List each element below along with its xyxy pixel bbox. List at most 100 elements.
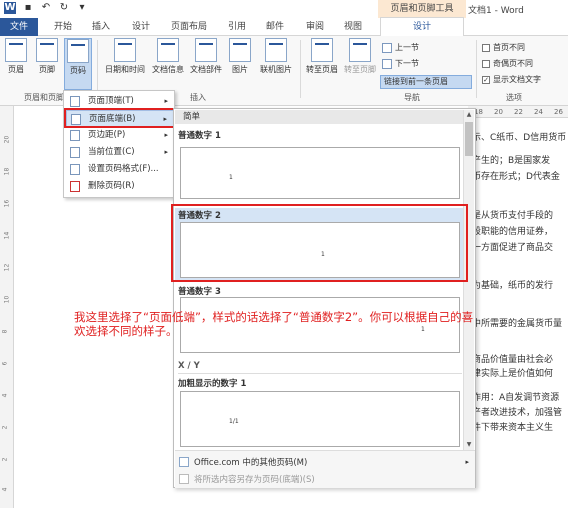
prev-section-icon [382, 42, 392, 53]
tab-hf-design[interactable]: 设计 [380, 17, 464, 36]
format-icon [70, 164, 80, 175]
menu-item-page-margins[interactable]: 页边距(P) ▸ [66, 127, 174, 144]
group-label-header-footer: 页眉和页脚 [24, 93, 64, 102]
prev-section-button[interactable]: 上一节 [382, 42, 419, 53]
calendar-icon [114, 38, 136, 62]
page-number-menu: 页面顶端(T) ▸ 页面底端(B) ▸ 页边距(P) ▸ 当前位置(C) ▸ 设置页码格… [63, 90, 175, 198]
menu-item-format-page-numbers[interactable]: 设置页码格式(F)... [66, 161, 174, 178]
title-bar: W ▪ ↶ ↻ ▾ 页眉和页脚工具 文档1 - Word [0, 0, 568, 18]
tab-references[interactable]: 引用 [220, 18, 254, 36]
doc-line: 是从货币支付手段的 [472, 211, 554, 221]
next-section-icon [382, 58, 392, 69]
next-section-button[interactable]: 下一节 [382, 58, 419, 69]
tab-file[interactable]: 文件 [0, 18, 38, 36]
ribbon-tabs: 文件 开始 插入 设计 页面布局 引用 邮件 审阅 视图 设计 [0, 17, 568, 36]
ruler-tick: 20 [3, 135, 11, 144]
context-group-label: 页眉和页脚工具 [378, 0, 466, 18]
docinfo-button[interactable]: 文档信息 [150, 38, 186, 75]
ruler-tick: 4 [1, 487, 9, 492]
picture-button[interactable]: 图片 [228, 38, 252, 75]
undo-icon[interactable]: ↶ [40, 2, 52, 14]
submenu-arrow-icon: ▸ [164, 148, 168, 156]
header-icon [5, 38, 27, 62]
customize-qat-icon[interactable]: ▾ [76, 2, 88, 14]
tab-design[interactable]: 设计 [124, 18, 158, 36]
scroll-up-icon[interactable]: ▲ [464, 110, 474, 120]
picture-icon [229, 38, 251, 62]
link-to-previous-button[interactable]: 链接到前一条页眉 [380, 75, 472, 89]
online-picture-button[interactable]: 联机图片 [256, 38, 296, 75]
datetime-button[interactable]: 日期和时间 [102, 38, 148, 75]
delete-icon [70, 181, 80, 192]
ruler-tick: 4 [1, 393, 9, 398]
doc-line: 商品价值量由社会必 [472, 355, 554, 365]
separator [476, 40, 477, 98]
ruler-tick: 18 [3, 167, 11, 176]
ruler-tick: 2 [1, 425, 9, 430]
menu-item-current-position[interactable]: 当前位置(C) ▸ [66, 144, 174, 161]
footer-icon [36, 38, 58, 62]
doc-line: 件下带来资本主义生 [472, 423, 554, 433]
tab-insert[interactable]: 插入 [84, 18, 118, 36]
more-page-numbers-office-com[interactable]: Office.com 中的其他页码(M) ▸ [179, 456, 469, 468]
group-label-insert: 插入 [190, 93, 206, 102]
goto-header-icon [311, 38, 333, 62]
window-title: 文档1 - Word [468, 6, 524, 16]
group-label-options: 选项 [506, 93, 522, 102]
docparts-button[interactable]: 文档部件 [188, 38, 224, 75]
ruler-tick: 10 [3, 295, 11, 304]
ruler-tick: 16 [3, 199, 11, 208]
horizontal-ruler: 18 20 22 24 26 [468, 106, 568, 118]
checkbox-icon [482, 59, 490, 68]
ruler-tick: 14 [3, 231, 11, 240]
ruler-tick: 2 [1, 457, 9, 462]
gallery-section-xy: X / Y [178, 361, 462, 374]
highlight-box-gallery [171, 204, 468, 282]
menu-item-remove-page-numbers[interactable]: 删除页码(R) [66, 178, 174, 195]
gallery-item-bold-number-1[interactable]: 1/1 [180, 391, 460, 447]
doc-line: 段职能的信用证券， [472, 227, 554, 237]
vertical-ruler: 20 18 16 14 12 10 8 6 4 2 2 4 [0, 106, 14, 508]
tab-mailings[interactable]: 邮件 [258, 18, 292, 36]
current-position-icon [70, 147, 80, 158]
submenu-arrow-icon: ▸ [164, 131, 168, 139]
ruler-tick: 8 [1, 329, 9, 334]
show-document-text-checkbox[interactable]: ✓ 显示文档文字 [482, 74, 541, 85]
odd-even-different-checkbox[interactable]: 奇偶页不同 [482, 58, 533, 69]
goto-footer-button[interactable]: 转至页脚 [342, 38, 378, 75]
separator [300, 40, 301, 98]
footer-button[interactable]: 页脚 [34, 38, 60, 75]
checkbox-checked-icon: ✓ [482, 75, 490, 84]
goto-header-button[interactable]: 转至页眉 [304, 38, 340, 75]
doc-line: 示、C纸币、D信用货币 [472, 133, 567, 143]
ruler-tick: 20 [494, 108, 503, 116]
tab-page-layout[interactable]: 页面布局 [164, 18, 214, 36]
gallery-item-label: 普通数字 1 [178, 131, 221, 141]
gallery-item-plain-number-1[interactable]: 1 [180, 147, 460, 199]
header-button[interactable]: 页眉 [4, 38, 28, 75]
quick-access-toolbar: W ▪ ↶ ↻ ▾ [4, 2, 88, 14]
save-icon[interactable]: ▪ [22, 2, 34, 14]
ruler-tick: 6 [1, 361, 9, 366]
goto-footer-icon [349, 38, 371, 62]
doc-line: 律实际上是价值如何 [472, 369, 554, 379]
save-gallery-icon [179, 474, 189, 484]
gallery-section-header: 简单 [175, 110, 463, 124]
office-com-icon [179, 457, 189, 467]
doc-line: 中所需要的金属货币量 [472, 319, 563, 329]
online-picture-icon [265, 38, 287, 62]
tab-review[interactable]: 审阅 [298, 18, 332, 36]
doc-line: 产生的；B是国家发 [472, 156, 551, 166]
scrollbar-thumb[interactable] [465, 122, 473, 156]
submenu-arrow-icon: ▸ [465, 458, 469, 466]
tab-view[interactable]: 视图 [336, 18, 370, 36]
tab-home[interactable]: 开始 [46, 18, 80, 36]
page-number-button[interactable]: 页码 [64, 38, 92, 90]
annotation-text: 我这里选择了“页面低端”，样式的话选择了“普通数字2”。你可以根据自己的喜欢选择… [74, 310, 474, 338]
scroll-down-icon[interactable]: ▼ [464, 440, 474, 450]
ruler-tick: 26 [554, 108, 563, 116]
redo-icon[interactable]: ↻ [58, 2, 70, 14]
first-page-different-checkbox[interactable]: 首页不同 [482, 42, 525, 53]
gallery-item-label: 加粗显示的数字 1 [178, 379, 247, 389]
group-label-nav: 导航 [404, 93, 420, 102]
